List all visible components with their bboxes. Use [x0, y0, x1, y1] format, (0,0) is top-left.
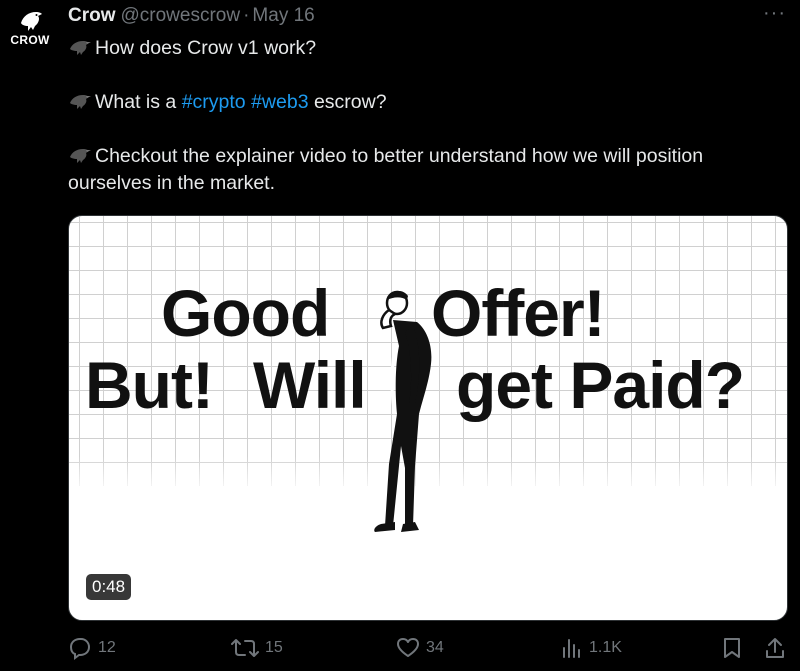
share-button[interactable] — [764, 636, 786, 660]
hashtag-crypto[interactable]: #crypto — [182, 91, 246, 113]
tweet-date[interactable]: May 16 — [252, 5, 314, 26]
reply-button[interactable]: 12 — [68, 636, 116, 660]
reply-count: 12 — [98, 639, 116, 656]
video-word-get-paid: get Paid? — [456, 348, 745, 422]
tweet-text: How does Crow v1 work? What is a #crypto… — [68, 35, 788, 197]
video-word-offer: Offer! — [431, 276, 606, 350]
author-name[interactable]: Crow — [68, 5, 116, 26]
repost-button[interactable]: 15 — [231, 636, 283, 660]
crow-logo-icon — [21, 12, 42, 31]
video-word-will: Will — [253, 348, 367, 422]
video-word-but: But! — [85, 348, 214, 422]
tweet-actions: 12 15 34 1.1K — [0, 636, 800, 666]
tweet-line-1-text: How does Crow v1 work? — [95, 37, 317, 59]
hashtag-web3[interactable]: #web3 — [251, 91, 308, 113]
views-icon — [563, 639, 580, 658]
tweet-line-2-prefix: What is a — [95, 91, 182, 113]
video-player[interactable]: Good Offer! But! Will get Paid? 0:48 — [68, 215, 788, 621]
avatar[interactable]: CROW — [8, 10, 52, 50]
views-count: 1.1K — [589, 639, 622, 656]
video-word-good: Good — [161, 276, 330, 350]
author-handle[interactable]: @crowescrow — [121, 5, 241, 26]
repost-count: 15 — [265, 639, 283, 656]
tweet-line-2-suffix: escrow? — [308, 91, 387, 113]
crow-emoji-icon — [70, 41, 91, 55]
share-icon — [766, 638, 784, 658]
crow-emoji-icon — [70, 95, 91, 109]
tweet-line-3-text: Checkout the explainer video to better u… — [68, 145, 704, 194]
crow-emoji-icon — [70, 149, 91, 163]
like-icon — [397, 638, 419, 657]
separator: · — [243, 5, 250, 26]
bookmark-icon — [724, 638, 740, 658]
views-button[interactable]: 1.1K — [561, 636, 622, 660]
avatar-label: CROW — [10, 33, 50, 47]
tweet-line-3: Checkout the explainer video to better u… — [68, 143, 788, 197]
thinking-person-illustration — [374, 290, 432, 532]
like-button[interactable]: 34 — [396, 636, 444, 660]
tweet-header: Crow @crowescrow · May 16 — [68, 5, 315, 27]
tweet-line-2: What is a #crypto #web3 escrow? — [68, 89, 788, 116]
bookmark-button[interactable] — [722, 636, 742, 660]
video-duration: 0:48 — [86, 574, 132, 600]
reply-icon — [69, 638, 91, 660]
like-count: 34 — [426, 639, 444, 656]
tweet-line-1: How does Crow v1 work? — [68, 35, 788, 62]
more-icon[interactable]: ··· — [763, 3, 786, 23]
repost-icon — [231, 639, 259, 657]
